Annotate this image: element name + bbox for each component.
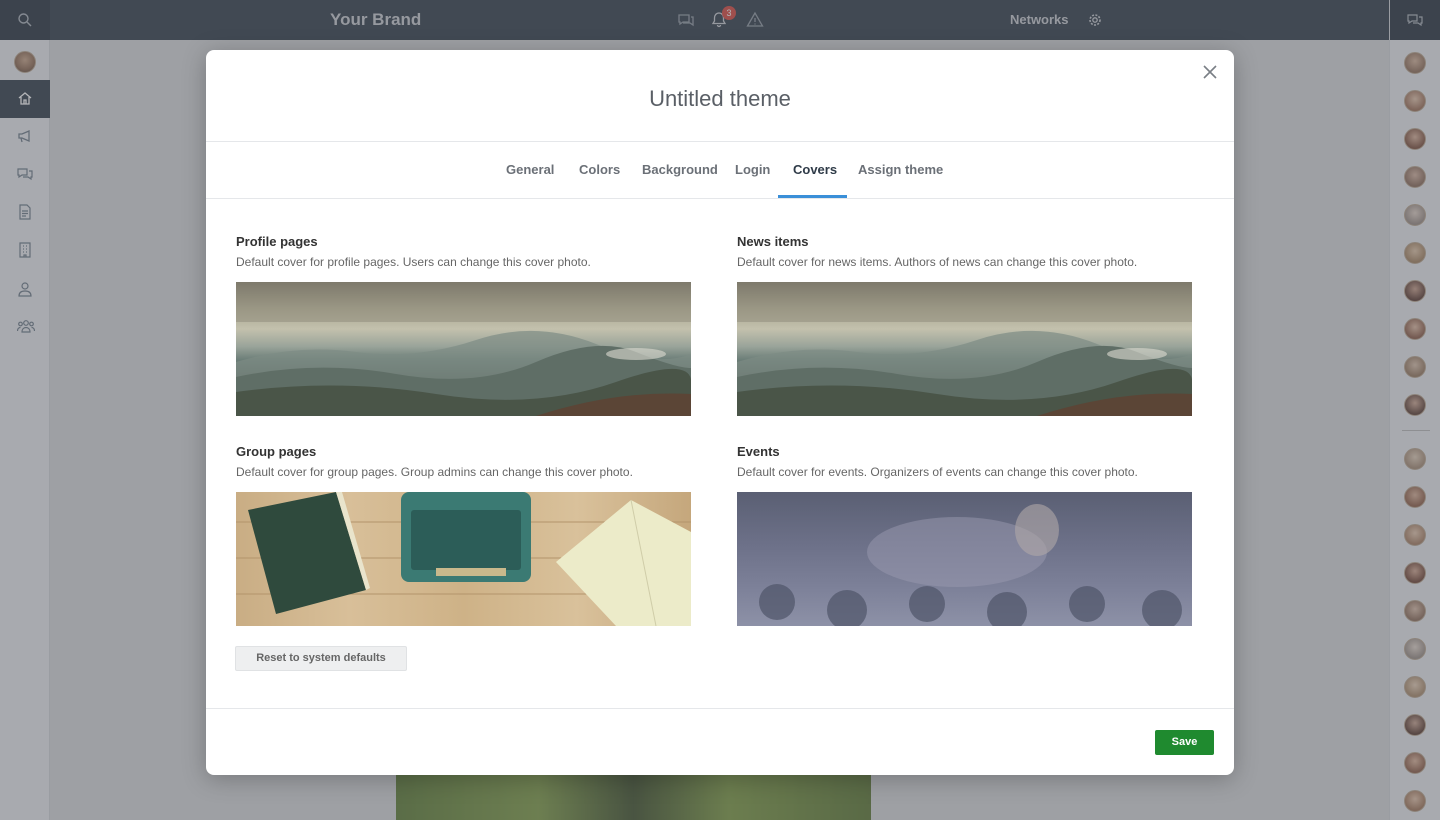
divider: [206, 198, 1234, 199]
modal-title: Untitled theme: [649, 86, 791, 111]
events-cover-image[interactable]: [737, 492, 1192, 626]
tab-assign-theme[interactable]: Assign theme: [858, 162, 943, 177]
tab-login[interactable]: Login: [735, 162, 770, 177]
events-title: Events: [737, 444, 780, 459]
tab-background[interactable]: Background: [642, 162, 718, 177]
tab-colors[interactable]: Colors: [579, 162, 620, 177]
theme-editor-dialog: Untitled theme General Colors Background…: [206, 50, 1234, 775]
news-items-title: News items: [737, 234, 809, 249]
tab-covers[interactable]: Covers: [793, 162, 837, 177]
tab-general[interactable]: General: [506, 162, 554, 177]
news-items-description: Default cover for news items. Authors of…: [737, 255, 1138, 269]
news-cover-image[interactable]: [737, 282, 1192, 416]
close-button[interactable]: [1200, 62, 1220, 82]
close-icon: [1203, 65, 1217, 79]
tab-bar: General Colors Background Login Covers A…: [206, 142, 1234, 198]
group-pages-title: Group pages: [236, 444, 317, 459]
divider: [206, 708, 1234, 709]
save-button[interactable]: Save: [1155, 730, 1214, 755]
profile-cover-image[interactable]: [236, 282, 691, 416]
profile-pages-description: Default cover for profile pages. Users c…: [236, 255, 591, 269]
events-description: Default cover for events. Organizers of …: [737, 465, 1138, 479]
group-pages-description: Default cover for group pages. Group adm…: [236, 465, 633, 479]
profile-pages-title: Profile pages: [236, 234, 318, 249]
group-cover-image[interactable]: [236, 492, 691, 626]
reset-to-defaults-button[interactable]: Reset to system defaults: [235, 646, 407, 671]
